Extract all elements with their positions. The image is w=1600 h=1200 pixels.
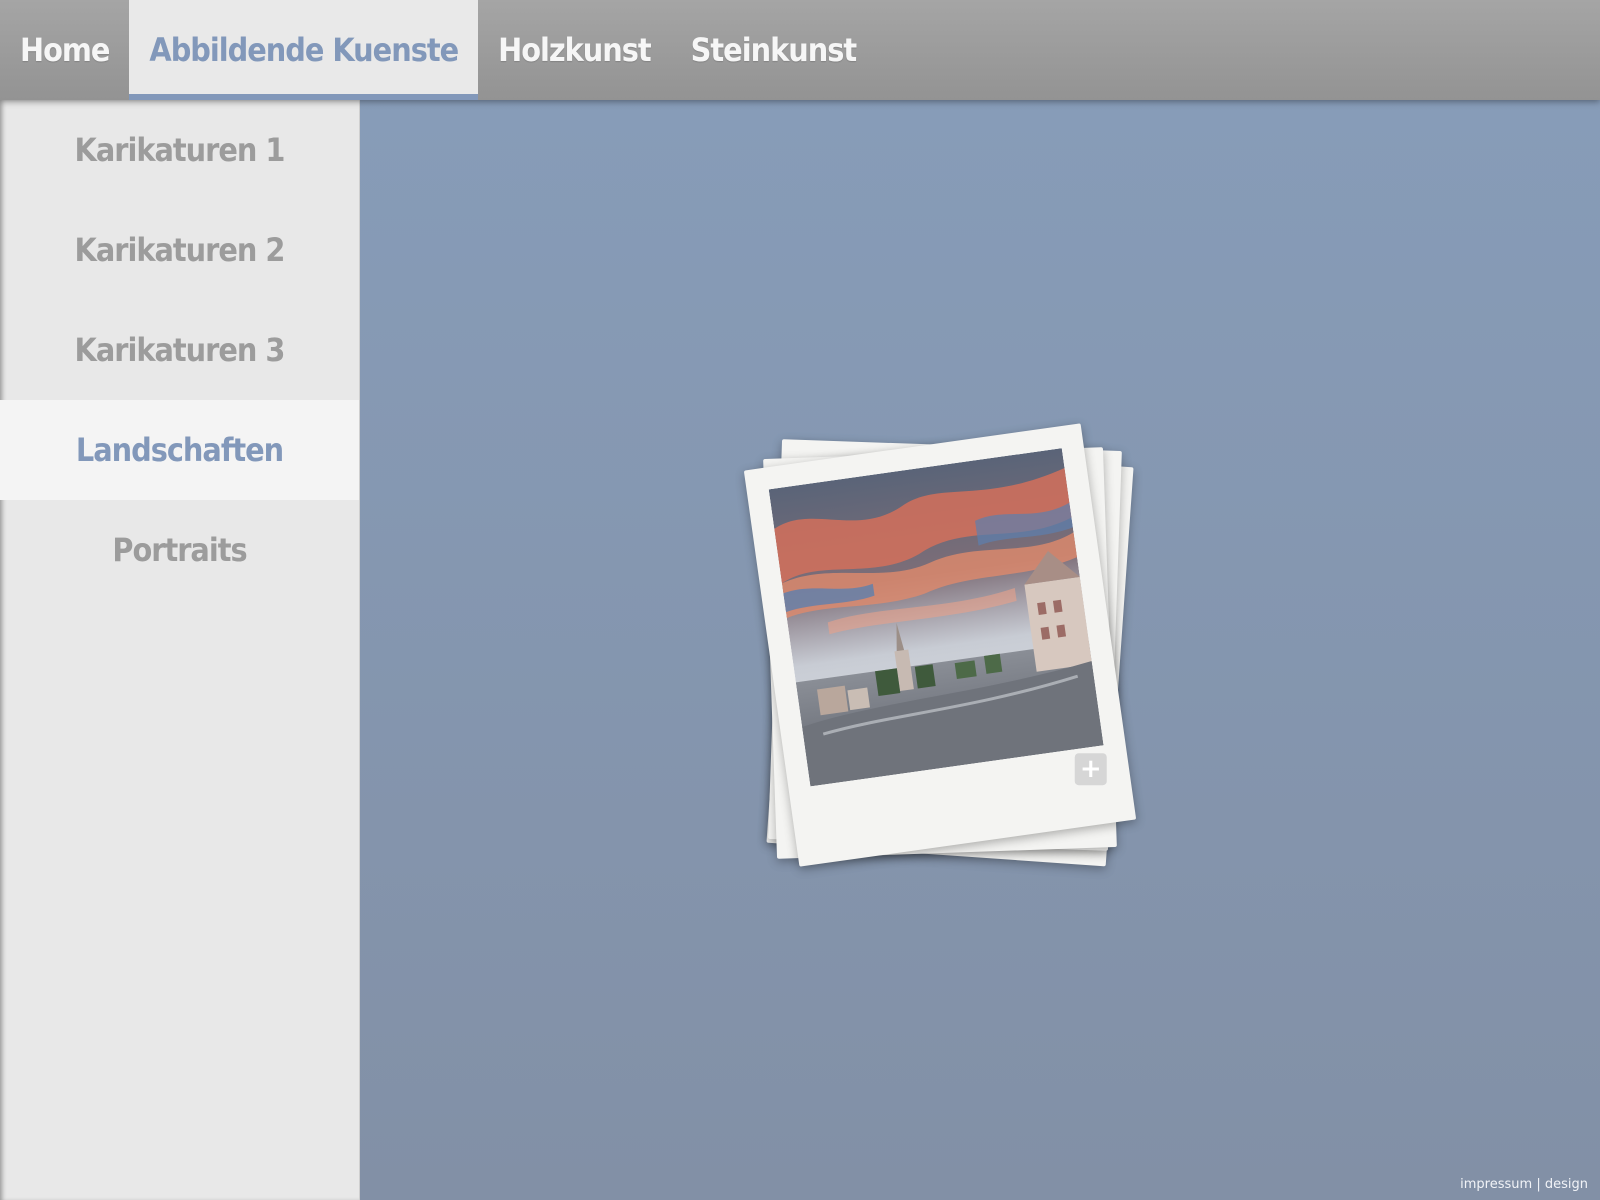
- gallery-area: + impressum | design: [360, 100, 1600, 1200]
- sidebar-item-portraits[interactable]: Portraits: [0, 500, 359, 600]
- nav-item-holzkunst[interactable]: Holzkunst: [478, 0, 671, 100]
- sidebar-item-karikaturen-3[interactable]: Karikaturen 3: [0, 300, 359, 400]
- top-navigation-bar: Home Abbildende Kuenste Holzkunst Steink…: [0, 0, 1600, 100]
- landscape-painting-image: [768, 448, 1104, 787]
- nav-item-home[interactable]: Home: [0, 0, 129, 100]
- front-photo-card[interactable]: +: [743, 423, 1137, 867]
- plus-icon[interactable]: +: [1074, 753, 1107, 786]
- design-link[interactable]: design: [1545, 1177, 1588, 1192]
- sidebar-item-landschaften[interactable]: Landschaften: [0, 400, 359, 500]
- nav-item-abbildende-kuenste[interactable]: Abbildende Kuenste: [129, 0, 479, 100]
- impressum-link[interactable]: impressum: [1460, 1177, 1532, 1192]
- sidebar-item-karikaturen-2[interactable]: Karikaturen 2: [0, 200, 359, 300]
- footer-separator: |: [1536, 1177, 1541, 1192]
- footer-links: impressum | design: [1460, 1177, 1588, 1192]
- sidebar: Karikaturen 1 Karikaturen 2 Karikaturen …: [0, 100, 360, 1200]
- top-nav: Home Abbildende Kuenste Holzkunst Steink…: [0, 0, 1600, 100]
- photo-stack[interactable]: +: [743, 423, 1140, 867]
- sidebar-item-karikaturen-1[interactable]: Karikaturen 1: [0, 100, 359, 200]
- nav-item-steinkunst[interactable]: Steinkunst: [671, 0, 876, 100]
